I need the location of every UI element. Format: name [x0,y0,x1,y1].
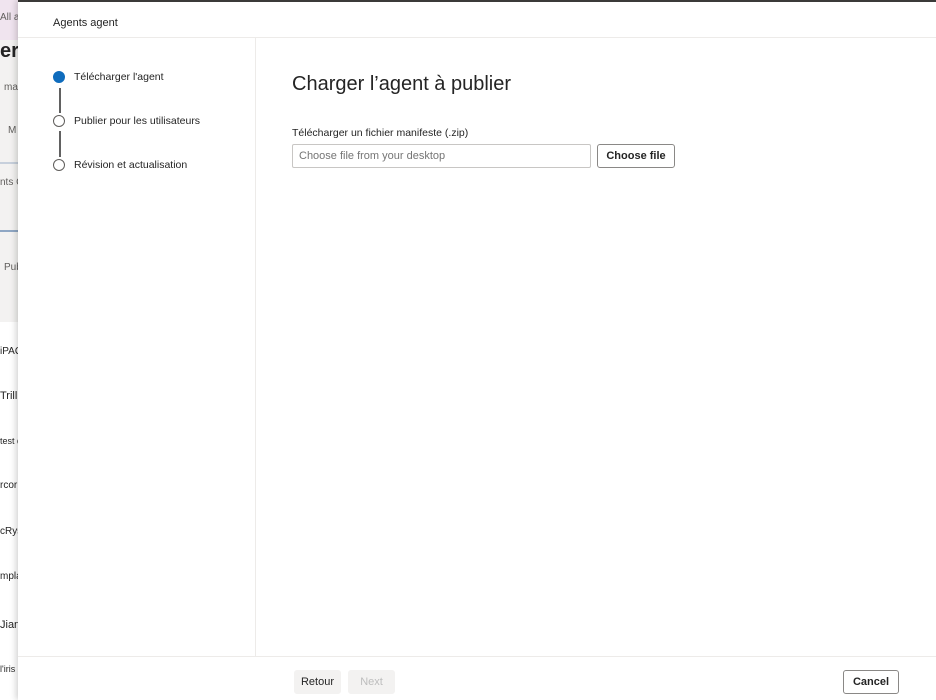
background-tab[interactable]: M [8,125,16,136]
choose-file-button[interactable]: Choose file [597,144,675,168]
step-label: Révision et actualisation [74,159,188,171]
upload-agent-panel: Agents agent Télécharger l'agent Publier… [18,0,936,700]
background-title: er [0,40,18,62]
next-button[interactable]: Next [348,670,395,694]
wizard-steps: Télécharger l'agent Publier pour les uti… [18,38,256,656]
background-text: ma [4,82,18,93]
background-divider [0,162,18,164]
background-text: All ac [0,12,18,23]
background-list-item[interactable]: rcor [0,480,17,491]
background-list-item[interactable]: test de [0,436,18,446]
panel-header: Agents agent [18,4,936,38]
step-label: Télécharger l'agent [74,71,164,83]
background-page: All ac er ma M nts C Pub iPAQ Trill test… [0,0,18,700]
background-list-item[interactable]: Trill [0,390,17,402]
manifest-file-input[interactable] [292,144,591,168]
background-list-item[interactable]: cRys [0,526,18,537]
main-content: Charger l’agent à publier Télécharger un… [257,38,936,656]
manifest-field-label: Télécharger un fichier manifeste (.zip) [292,127,469,139]
background-list: iPAQ Trill test de rcor cRys mpla Jian l… [0,322,18,700]
background-text: nts C [0,177,18,188]
background-list-item[interactable]: iPAQ [0,346,18,357]
step-label: Publier pour les utilisateurs [74,115,201,127]
background-text: Pub [4,262,18,273]
panel-title: Agents agent [53,17,118,29]
back-button[interactable]: Retour [294,670,341,694]
background-divider [0,230,18,232]
background-list-item[interactable]: mpla [0,571,18,582]
page-title: Charger l’agent à publier [292,73,512,95]
step-connector [59,88,61,113]
step-active-icon [53,71,65,83]
step-pending-icon [53,115,65,127]
background-list-item[interactable]: l'iris [0,664,15,674]
panel-footer: Retour Next Cancel [18,656,936,700]
step-connector [59,131,61,157]
step-pending-icon [53,159,65,171]
background-list-item[interactable]: Jian [0,619,18,631]
cancel-button[interactable]: Cancel [843,670,899,694]
